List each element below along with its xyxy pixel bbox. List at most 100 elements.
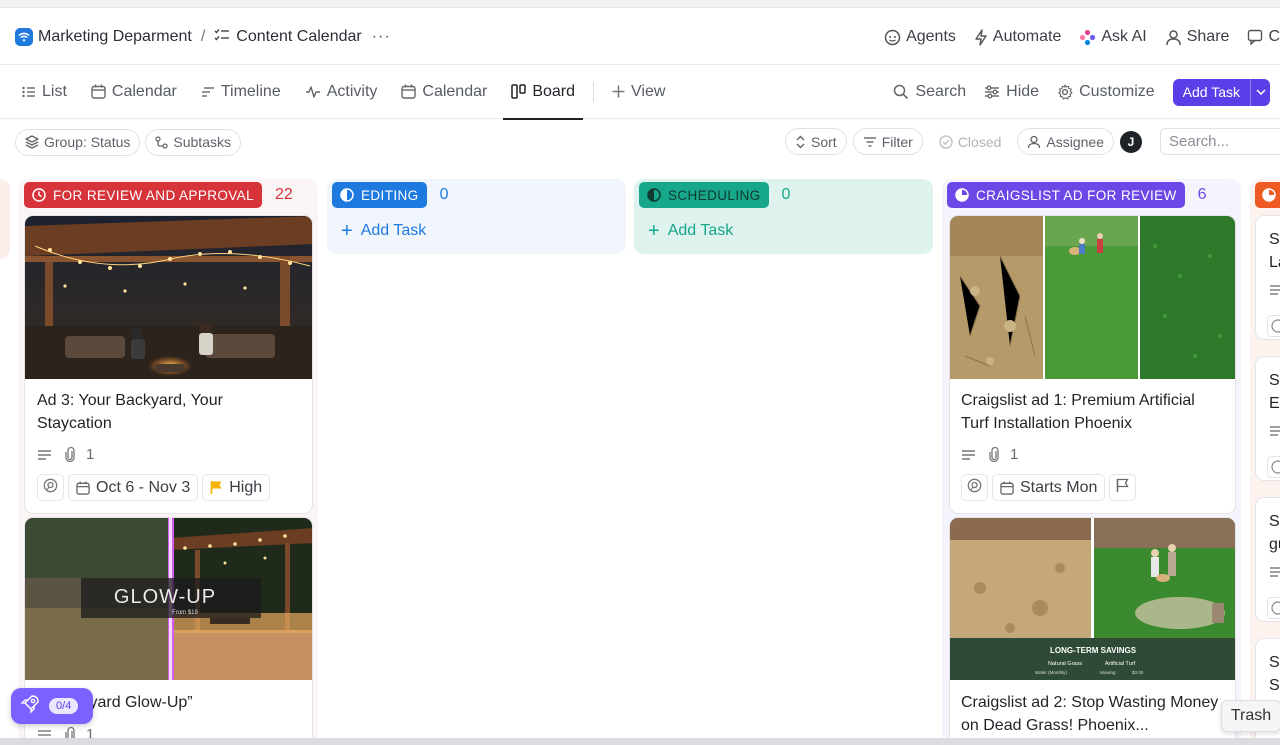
hide-button[interactable]: Hide [984, 83, 1039, 101]
card-title-line2: Se [1269, 677, 1280, 694]
views-divider [593, 81, 595, 102]
task-card[interactable]: Se La [1255, 215, 1280, 340]
status-badge[interactable]: EDITING [332, 182, 427, 208]
assignee-at-icon[interactable] [1267, 597, 1280, 619]
group-by-chip[interactable]: Group: Status [15, 128, 141, 156]
task-card[interactable]: Craigslist ad 1: Premium Artificial Turf… [949, 215, 1236, 514]
calendar-icon [401, 84, 417, 99]
tab-calendar-2[interactable]: Calendar [389, 65, 499, 119]
agents-label: Agents [906, 28, 956, 45]
board-search-input[interactable] [1160, 128, 1280, 155]
onboarding-checklist-button[interactable]: 0/4 [11, 688, 93, 724]
sort-chip[interactable]: Sort [785, 128, 847, 155]
add-task-button[interactable]: Add Task [1172, 78, 1270, 106]
column-editing: EDITING 0 + Add Task [327, 179, 626, 254]
closed-chip[interactable]: Closed [928, 128, 1012, 155]
image-table-row2: Mowing [1100, 670, 1116, 675]
card-title: Craigslist ad 2: Stop Wasting Money on D… [961, 694, 1219, 734]
check-circle-icon [939, 134, 953, 149]
sort-label: Sort [811, 133, 837, 150]
lightning-icon [974, 28, 988, 46]
trash-tooltip: Trash [1221, 700, 1280, 732]
card-title-line1: Se [1269, 654, 1280, 671]
gear-icon [1057, 84, 1073, 100]
comments-button[interactable]: C [1247, 28, 1280, 46]
sort-icon [795, 135, 806, 149]
customize-button[interactable]: Customize [1057, 83, 1155, 101]
tab-board[interactable]: Board [499, 65, 587, 120]
breadcrumb-list[interactable]: Content Calendar [236, 28, 361, 46]
status-badge[interactable]: FOR REVIEW AND APPROVAL [24, 182, 262, 208]
share-user-icon [1165, 29, 1182, 46]
subtasks-chip[interactable]: Subtasks [145, 128, 241, 156]
add-view-button[interactable]: View [600, 65, 677, 119]
tab-activity[interactable]: Activity [293, 65, 390, 119]
more-options-icon[interactable]: ··· [372, 28, 391, 46]
assignee-at-icon [43, 478, 58, 498]
assign-button[interactable] [37, 474, 64, 501]
column-count: 6 [1197, 186, 1207, 203]
ask-ai-button[interactable]: Ask AI [1079, 28, 1147, 46]
task-card[interactable]: LONG-TERM SAVINGS Natural Grass Artifici… [949, 517, 1236, 745]
filter-actions: Sort Filter Closed Assignee J [785, 128, 1280, 155]
column-count: 0 [781, 186, 791, 203]
agents-button[interactable]: Agents [884, 28, 956, 46]
priority-tag[interactable]: High [202, 474, 271, 501]
task-card[interactable]: Se Ea [1255, 356, 1280, 481]
card-title: Ad 3: Your Backyard, Your Staycation [37, 392, 223, 432]
flag-icon [210, 480, 223, 495]
task-card[interactable]: Ad 3: Your Backyard, Your Staycation 1 O… [24, 215, 313, 514]
add-task-row[interactable]: + Add Task [648, 221, 733, 241]
date-tag[interactable]: Starts Mon [992, 474, 1106, 501]
assignee-chip[interactable]: Assignee [1017, 128, 1114, 155]
assign-button[interactable] [961, 474, 988, 501]
status-badge[interactable]: SCHEDULING [639, 182, 769, 208]
status-badge[interactable] [1255, 182, 1280, 208]
assignee-at-icon [967, 478, 982, 498]
card-title-line1: Se [1269, 231, 1280, 248]
board: FOR REVIEW AND APPROVAL 22 Ad 3: Your Ba… [0, 165, 1280, 745]
description-icon [1269, 284, 1280, 296]
add-task-row[interactable]: + Add Task [341, 221, 426, 241]
share-button[interactable]: Share [1165, 28, 1229, 46]
header-actions: Agents Automate Ask AI Share C [884, 9, 1280, 65]
tab-list-label: List [42, 82, 67, 100]
avatar[interactable]: J [1120, 130, 1142, 153]
tab-calendar[interactable]: Calendar [79, 65, 189, 119]
status-badge[interactable]: CRAIGSLIST AD FOR REVIEW [947, 182, 1185, 208]
assignee-at-icon[interactable] [1267, 315, 1280, 337]
group-by-label: Group: Status [44, 134, 131, 150]
image-table-value: $3.00 [1132, 670, 1144, 675]
card-title-line2: La [1269, 254, 1280, 271]
layers-icon [25, 135, 39, 149]
breadcrumb-space[interactable]: Marketing Deparment [38, 28, 192, 46]
card-meta: 1 [961, 446, 1018, 463]
automate-button[interactable]: Automate [974, 28, 1061, 46]
column-scheduling: SCHEDULING 0 + Add Task [634, 179, 933, 254]
bottom-scrollbar[interactable] [0, 738, 1280, 745]
image-overlay-text: GLOW-UP [114, 586, 216, 608]
priority-tag[interactable] [1109, 474, 1137, 501]
card-title-line1: Se [1269, 372, 1280, 389]
status-half-circle-icon [647, 188, 661, 202]
search-button[interactable]: Search [893, 83, 966, 101]
tab-timeline[interactable]: Timeline [189, 65, 293, 119]
filter-chip[interactable]: Filter [852, 128, 923, 155]
agents-icon [884, 29, 901, 46]
chevron-down-icon[interactable] [1250, 78, 1270, 106]
date-tag[interactable]: Oct 6 - Nov 3 [68, 474, 199, 501]
timeline-icon [201, 86, 215, 98]
paperclip-icon [988, 447, 1000, 462]
description-icon [1269, 425, 1280, 437]
ai-sparkle-icon [1079, 29, 1096, 46]
status-label: SCHEDULING [668, 187, 761, 203]
views-actions: Search Hide Customize Add Task [893, 65, 1280, 119]
filter-label: Filter [881, 133, 913, 150]
paperclip-icon [64, 447, 76, 462]
attachment-count: 1 [1010, 446, 1019, 463]
task-card[interactable]: Se gu [1255, 497, 1280, 622]
add-task-label: Add Task [1182, 84, 1240, 100]
tab-list[interactable]: List [10, 65, 79, 119]
assignee-at-icon[interactable] [1267, 456, 1280, 478]
calendar-icon [76, 480, 90, 495]
